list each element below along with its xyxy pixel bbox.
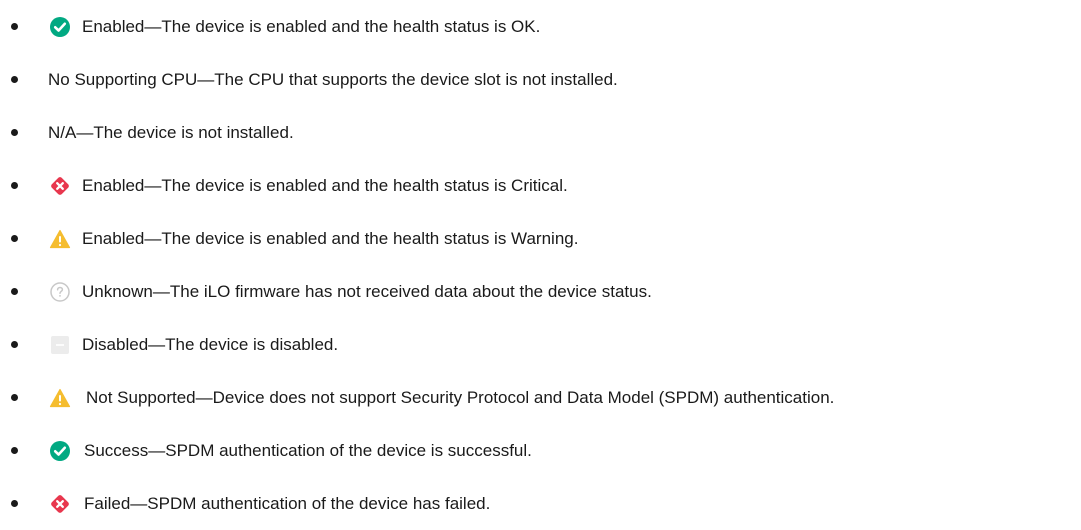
list-item-text: N/A—The device is not installed. (48, 122, 294, 142)
list-item-text: Enabled—The device is enabled and the he… (82, 175, 568, 195)
list-item: Failed—SPDM authentication of the device… (0, 477, 1081, 530)
list-item: Disabled—The device is disabled. (0, 318, 1081, 371)
warning-triangle-icon (49, 387, 71, 409)
bullet-dot (11, 76, 18, 83)
bullet-dot (11, 341, 18, 348)
critical-x-icon (49, 493, 71, 515)
bullet-dot (11, 23, 18, 30)
bullet-dot (11, 182, 18, 189)
critical-x-icon (49, 175, 71, 197)
list-item: No Supporting CPU—The CPU that supports … (0, 53, 1081, 106)
list-item: Unknown—The iLO firmware has not receive… (0, 265, 1081, 318)
bullet-dot (11, 235, 18, 242)
list-item-text: Unknown—The iLO firmware has not receive… (82, 281, 652, 301)
bullet-dot (11, 500, 18, 507)
unknown-question-icon (49, 281, 71, 303)
list-item: Enabled—The device is enabled and the he… (0, 212, 1081, 265)
disabled-dash-icon (49, 334, 71, 356)
ok-check-icon (49, 16, 71, 38)
list-item-text: Failed—SPDM authentication of the device… (84, 493, 491, 513)
list-item-text: No Supporting CPU—The CPU that supports … (48, 69, 618, 89)
list-item-text: Disabled—The device is disabled. (82, 334, 339, 354)
list-item: N/A—The device is not installed. (0, 106, 1081, 159)
list-item: Enabled—The device is enabled and the he… (0, 159, 1081, 212)
list-item-text: Success—SPDM authentication of the devic… (84, 440, 532, 460)
ok-check-icon (49, 440, 71, 462)
bullet-dot (11, 447, 18, 454)
list-item: Success—SPDM authentication of the devic… (0, 424, 1081, 477)
warning-triangle-icon (49, 228, 71, 250)
list-item-text: Not Supported—Device does not support Se… (86, 387, 835, 407)
bullet-dot (11, 288, 18, 295)
list-item-text: Enabled—The device is enabled and the he… (82, 16, 541, 36)
status-icon-legend-list: Enabled—The device is enabled and the he… (0, 0, 1081, 530)
list-item: Enabled—The device is enabled and the he… (0, 0, 1081, 53)
list-item: Not Supported—Device does not support Se… (0, 371, 1081, 424)
bullet-dot (11, 129, 18, 136)
bullet-dot (11, 394, 18, 401)
list-item-text: Enabled—The device is enabled and the he… (82, 228, 579, 248)
